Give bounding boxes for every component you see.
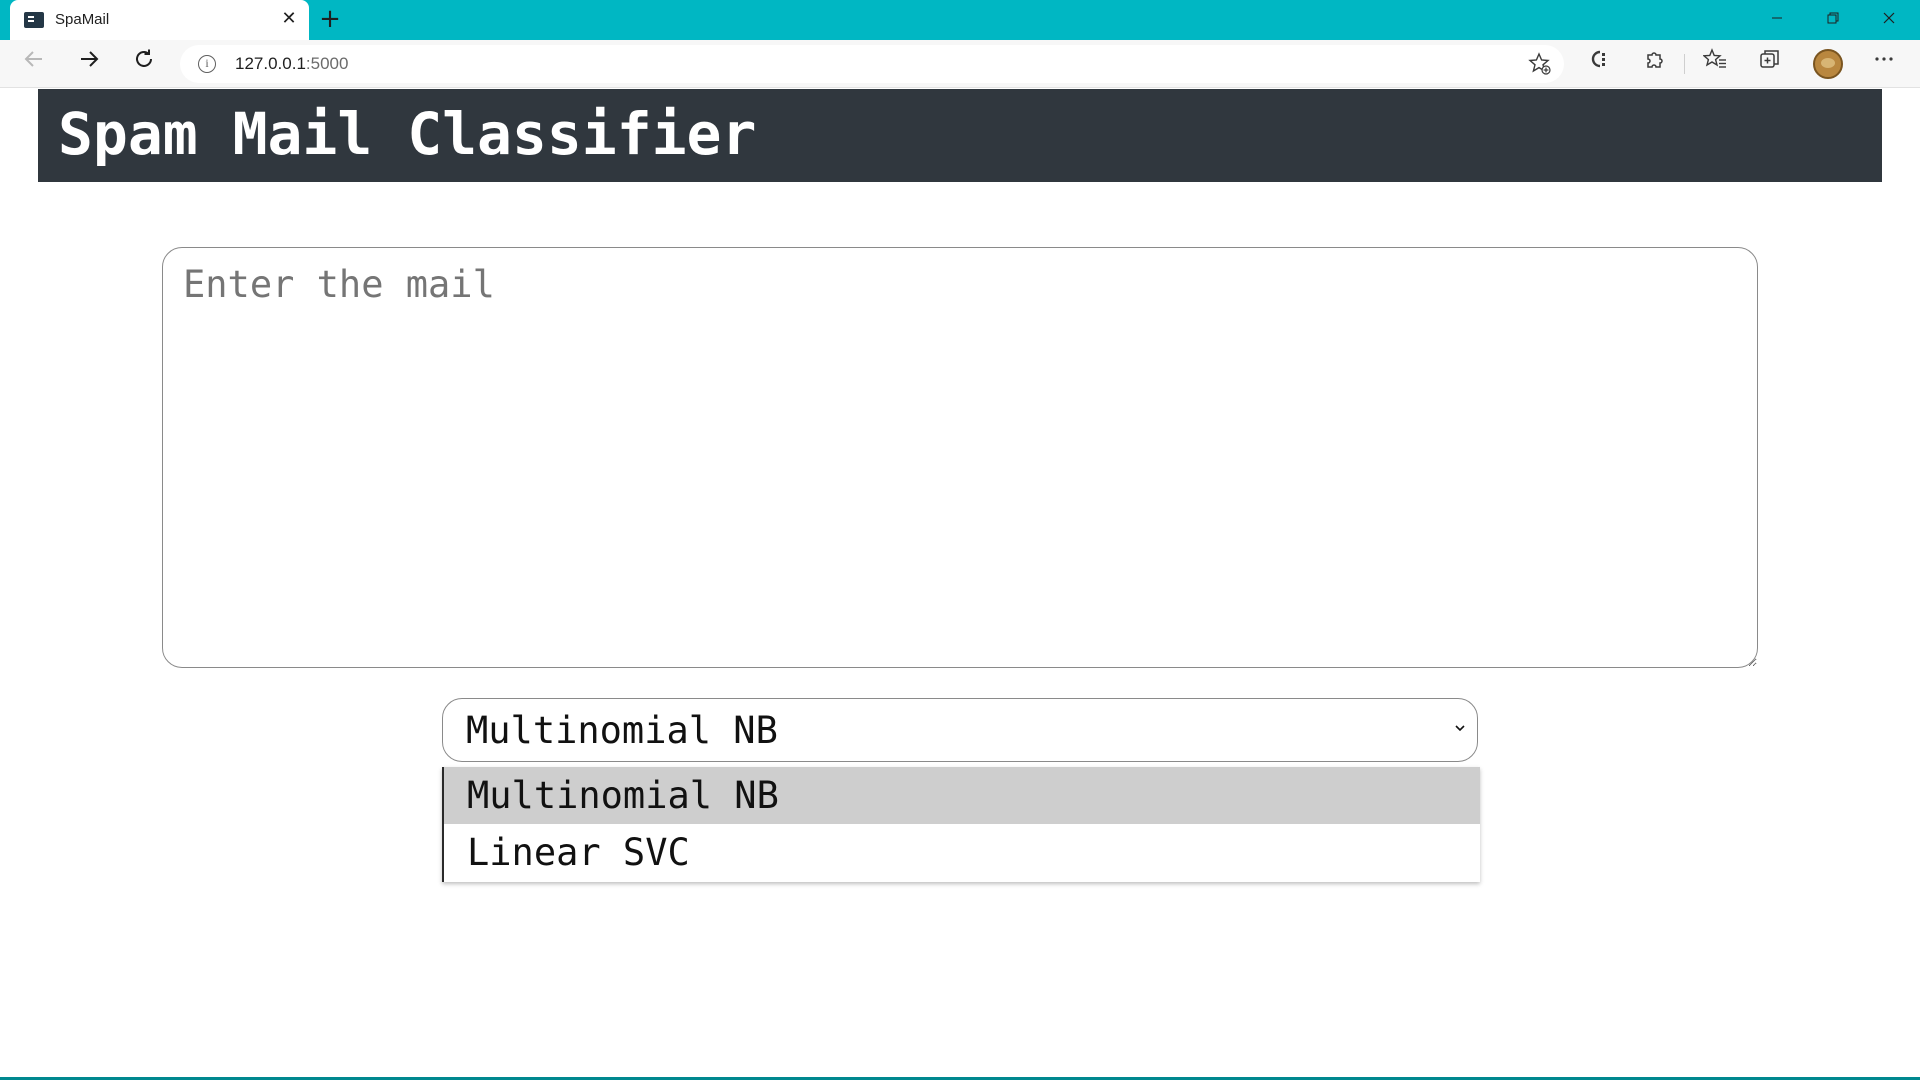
- page-content: Spam Mail Classifier Multinomial NB Mult…: [0, 89, 1920, 1078]
- more-icon[interactable]: [1866, 48, 1902, 80]
- extensions-icon[interactable]: [1636, 48, 1672, 80]
- toolbar-separator: [1684, 54, 1685, 74]
- url-text[interactable]: 127.0.0.1:5000: [235, 54, 348, 74]
- close-window-icon[interactable]: [1866, 4, 1912, 34]
- close-tab-icon[interactable]: ✕: [278, 8, 300, 30]
- model-select[interactable]: Multinomial NB: [442, 698, 1478, 762]
- browser-title-bar: SpaMail ✕ +: [0, 0, 1920, 40]
- mail-input[interactable]: [162, 247, 1758, 668]
- forward-icon[interactable]: [71, 48, 107, 80]
- minimize-icon[interactable]: [1754, 4, 1800, 34]
- new-tab-button[interactable]: +: [316, 6, 344, 34]
- model-select-value: Multinomial NB: [466, 709, 778, 752]
- header-banner: Spam Mail Classifier: [38, 89, 1882, 182]
- copilot-icon[interactable]: [1581, 48, 1617, 80]
- chevron-down-icon: [1455, 725, 1465, 732]
- favorites-icon[interactable]: [1697, 48, 1733, 80]
- restore-icon[interactable]: [1810, 4, 1856, 34]
- back-icon[interactable]: [16, 48, 52, 80]
- info-icon[interactable]: i: [198, 55, 216, 73]
- terminal-favicon-icon: [24, 12, 44, 28]
- browser-toolbar: i 127.0.0.1:5000: [0, 40, 1920, 88]
- address-bar[interactable]: i 127.0.0.1:5000: [180, 45, 1564, 83]
- add-favorite-icon[interactable]: [1527, 52, 1553, 78]
- browser-tab[interactable]: SpaMail ✕: [10, 0, 309, 40]
- collections-icon[interactable]: [1752, 48, 1788, 80]
- model-dropdown-list: Multinomial NB Linear SVC: [442, 767, 1480, 882]
- dropdown-option-linear-svc[interactable]: Linear SVC: [444, 824, 1480, 881]
- dropdown-option-multinomial-nb[interactable]: Multinomial NB: [444, 767, 1480, 824]
- tab-title: SpaMail: [55, 11, 110, 28]
- refresh-icon[interactable]: [126, 48, 162, 80]
- page-title: Spam Mail Classifier: [58, 100, 757, 168]
- profile-avatar[interactable]: [1813, 49, 1843, 79]
